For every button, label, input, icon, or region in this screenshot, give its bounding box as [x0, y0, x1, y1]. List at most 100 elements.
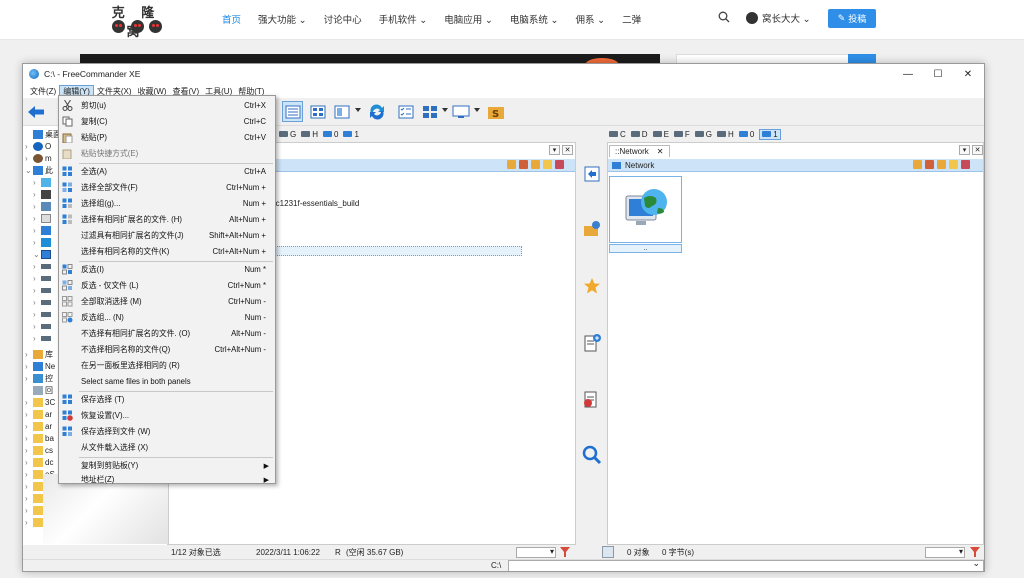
parent-dir-item[interactable]: ..: [609, 244, 682, 253]
tree-item-folder[interactable]: › ar: [25, 420, 52, 432]
filter-folder-icon[interactable]: [555, 160, 564, 169]
history-icon[interactable]: [925, 160, 934, 169]
tree-item-drive[interactable]: ›: [25, 308, 53, 320]
tab-close-icon[interactable]: ✕: [657, 147, 664, 156]
menu-item-paste[interactable]: 粘贴(P) Ctrl+V: [59, 130, 275, 145]
view-thumbnails-icon[interactable]: [331, 101, 352, 122]
site-nav-discussion[interactable]: 讨论中心: [324, 12, 362, 28]
maximize-button[interactable]: ☐: [923, 64, 953, 84]
user-menu[interactable]: 窝长大大 ⌄: [746, 11, 811, 25]
menu-item-address-bar[interactable]: 地址栏(Z) ▶: [59, 472, 275, 487]
panel-dropdown-icon[interactable]: ▾: [549, 145, 560, 155]
screen-dropdown-arrow-icon[interactable]: [474, 108, 480, 112]
new-file-icon[interactable]: [581, 332, 603, 354]
minimize-button[interactable]: —: [893, 64, 923, 84]
back-arrow-icon[interactable]: [25, 101, 46, 122]
tree-item-downloads[interactable]: ›: [25, 224, 53, 236]
drive-g[interactable]: G: [279, 130, 296, 139]
folder-up-icon[interactable]: [937, 160, 946, 169]
drive-h[interactable]: H: [717, 130, 734, 139]
search-icon[interactable]: [581, 444, 603, 466]
site-nav-pc-apps[interactable]: 电脑应用 ⌄: [444, 12, 493, 28]
checklist-icon[interactable]: [395, 101, 416, 122]
delete-file-icon[interactable]: [581, 388, 603, 410]
menu-item-copy-to-clipboard[interactable]: 复制到剪贴板(Y) ▶: [59, 458, 275, 473]
selected-row[interactable]: [269, 246, 522, 256]
right-filter-combo[interactable]: [925, 547, 965, 558]
refresh-icon[interactable]: [366, 101, 387, 122]
tree-item-control-panel[interactable]: › 控: [25, 372, 53, 384]
tree-item-folder[interactable]: › dc: [25, 456, 53, 468]
view-details-icon[interactable]: [282, 101, 303, 122]
tree-item-folder[interactable]: ›: [25, 516, 45, 528]
tree-item-network[interactable]: › Ne: [25, 360, 55, 372]
menu-item-restore-selection[interactable]: 恢复设置(V)...: [59, 408, 275, 423]
screen-icon[interactable]: [450, 101, 471, 122]
tree-item-desktop[interactable]: 桌面: [25, 128, 61, 140]
tree-item-3d[interactable]: ›: [25, 176, 53, 188]
site-nav-features[interactable]: 强大功能 ⌄: [258, 12, 307, 28]
tree-item-drive-c[interactable]: ⌄: [25, 248, 53, 260]
menu-item-select-same-name[interactable]: 选择有相同名称的文件(K) Ctrl+Alt+Num +: [59, 244, 275, 259]
command-line-input[interactable]: [508, 558, 984, 571]
menu-item-copy[interactable]: 复制(C) Ctrl+C: [59, 114, 275, 129]
menu-item-select-group[interactable]: 选择组(g)... Num +: [59, 196, 275, 211]
title-bar[interactable]: C:\ - FreeCommander XE — ☐ ✕: [23, 64, 984, 84]
tree-item-drive[interactable]: ›: [25, 260, 53, 272]
menu-item-deselect-same-name[interactable]: 不选择相同名称的文件(Q) Ctrl+Alt+Num -: [59, 342, 275, 357]
drive-1[interactable]: 1: [343, 130, 359, 139]
tree-item-folder[interactable]: › ba: [25, 432, 54, 444]
menu-item-invert-files-only[interactable]: 反选 - 仅文件 (L) Ctrl+Num *: [59, 278, 275, 293]
folder-compare-icon[interactable]: [581, 218, 603, 240]
tree-item-drive[interactable]: ›: [25, 332, 53, 344]
drive-d[interactable]: D: [630, 130, 648, 139]
panel-close-icon[interactable]: ✕: [562, 145, 573, 155]
tree-item-documents[interactable]: ›: [25, 212, 53, 224]
tree-item-folder[interactable]: ›: [25, 492, 45, 504]
network-globe-icon[interactable]: [609, 176, 682, 243]
menu-item-cut[interactable]: 剪切(u) Ctrl+X: [59, 98, 275, 113]
recycle-bin-icon[interactable]: [602, 546, 614, 558]
site-nav-home[interactable]: 首页: [222, 12, 241, 28]
filter-folder-icon[interactable]: [961, 160, 970, 169]
favorites-star-icon[interactable]: [581, 275, 603, 297]
tree-item-drive[interactable]: ›: [25, 284, 53, 296]
tree-item-library[interactable]: › 库: [25, 348, 53, 360]
drive-h[interactable]: H: [301, 130, 318, 139]
menu-file[interactable]: 文件(Z): [27, 85, 59, 98]
menu-item-load-selection-from-file[interactable]: 从文件载入选择 (X): [59, 440, 275, 455]
drive-f[interactable]: F: [673, 130, 690, 139]
tree-item-recycle-bin[interactable]: 回: [25, 384, 53, 396]
root-folder-icon[interactable]: [949, 160, 958, 169]
filter-icon[interactable]: [560, 547, 570, 557]
menu-item-select-same-both-panels[interactable]: Select same files in both panels: [59, 374, 275, 389]
layout-icon[interactable]: [419, 101, 440, 122]
drive-1[interactable]: 1: [759, 128, 781, 140]
tree-item-video[interactable]: ›: [25, 188, 53, 200]
menu-item-save-selection-to-file[interactable]: 保存选择到文件 (W): [59, 424, 275, 439]
file-name[interactable]: f4c1231f-essentials_build: [269, 199, 359, 208]
menu-item-select-all[interactable]: 全选(A) Ctrl+A: [59, 164, 275, 179]
menu-item-deselect-all[interactable]: 全部取消选择 (M) Ctrl+Num -: [59, 294, 275, 309]
site-nav-mobile[interactable]: 手机软件 ⌄: [379, 12, 428, 28]
right-file-panel[interactable]: ::Network ✕ ▾ ✕ Network ..: [607, 142, 984, 545]
post-button[interactable]: ✎ 投稿: [828, 9, 876, 28]
site-nav-second[interactable]: 二弹: [622, 12, 641, 28]
tree-item-pictures[interactable]: ›: [25, 200, 53, 212]
tree-item-onedrive[interactable]: › O: [25, 140, 51, 152]
menu-item-select-all-files[interactable]: 选择全部文件(F) Ctrl+Num +: [59, 180, 275, 195]
tree-item-music[interactable]: ›: [25, 236, 53, 248]
view-dropdown-arrow-icon[interactable]: [355, 108, 361, 112]
drive-g[interactable]: G: [694, 130, 712, 139]
menu-item-deselect-same-extension[interactable]: 不选择有相同扩展名的文件. (O) Alt+Num -: [59, 326, 275, 341]
close-button[interactable]: ✕: [953, 64, 983, 84]
menu-item-deselect-group[interactable]: 反选组... (N) Num -: [59, 310, 275, 325]
tree-item-drive[interactable]: ›: [25, 272, 53, 284]
menu-item-save-selection[interactable]: 保存选择 (T): [59, 392, 275, 407]
drive-0[interactable]: 0: [738, 130, 754, 139]
history-icon[interactable]: [519, 160, 528, 169]
favorite-folder-icon[interactable]: [913, 160, 922, 169]
sync-arrow-icon[interactable]: [581, 163, 603, 185]
site-nav-pc-systems[interactable]: 电脑系统 ⌄: [510, 12, 559, 28]
drive-0[interactable]: 0: [323, 130, 338, 139]
